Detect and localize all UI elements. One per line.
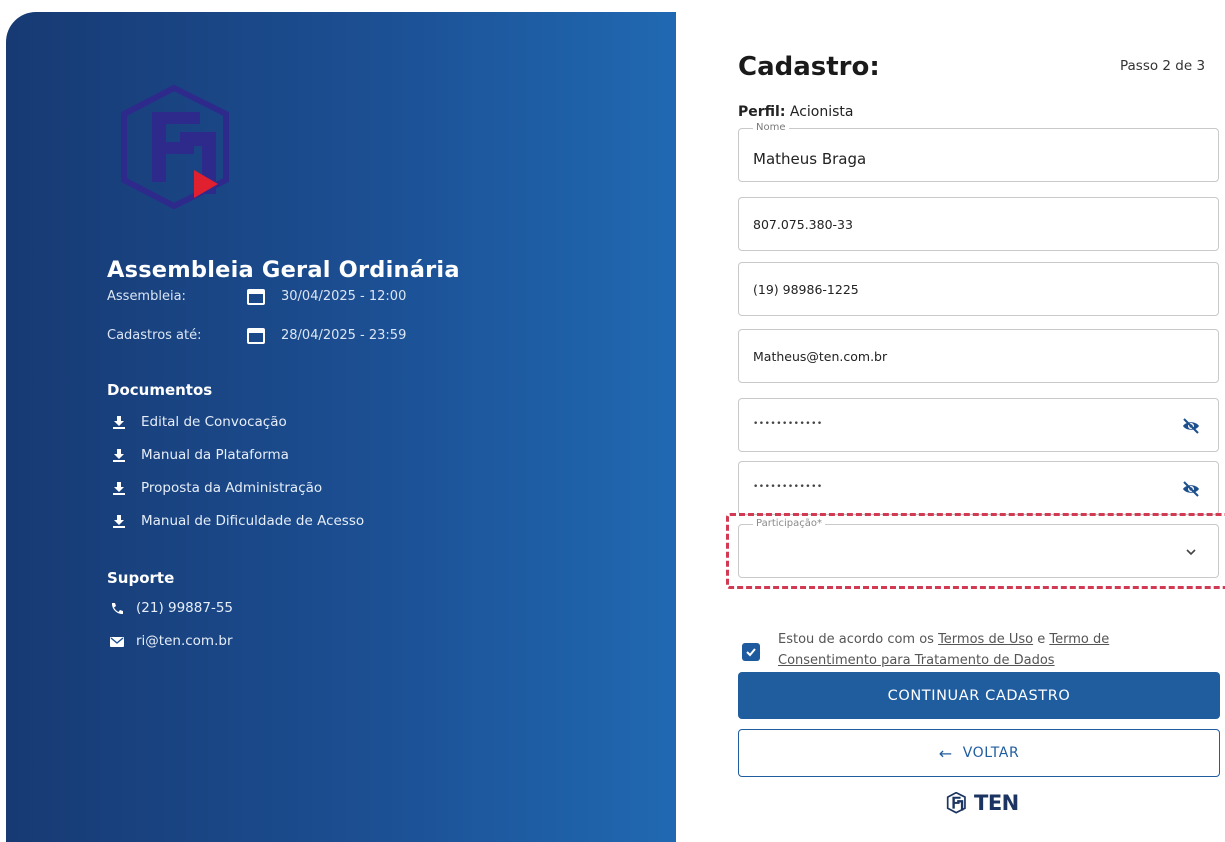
continue-button[interactable]: CONTINUAR CADASTRO	[738, 672, 1220, 719]
registration-date-label: Cadastros até:	[107, 327, 202, 343]
document-label: Manual da Plataforma	[141, 447, 289, 463]
continue-button-label: CONTINUAR CADASTRO	[887, 687, 1071, 704]
password-confirm-field[interactable]: ••••••••••••	[738, 461, 1219, 515]
password-field[interactable]: ••••••••••••	[738, 398, 1219, 452]
document-label: Proposta da Administração	[141, 480, 323, 496]
step-indicator: Passo 2 de 3	[1120, 58, 1206, 74]
terms-text: Estou de acordo com os Termos de Uso e T…	[778, 629, 1198, 671]
footer-brand-name: TEN	[974, 791, 1019, 815]
registration-date-value: 28/04/2025 - 23:59	[281, 327, 407, 343]
check-icon	[746, 648, 756, 657]
document-link[interactable]: Edital de Convocação	[113, 414, 287, 430]
ten-logo-icon	[946, 792, 966, 814]
password-confirm-field-value: ••••••••••••	[753, 482, 823, 492]
form-title: Cadastro:	[738, 52, 880, 82]
document-link[interactable]: Manual de Dificuldade de Acesso	[113, 513, 364, 529]
assembly-date-value: 30/04/2025 - 12:00	[281, 288, 407, 304]
download-icon	[113, 481, 125, 495]
ten-logo-icon	[121, 84, 229, 210]
terms-checkbox[interactable]	[742, 643, 760, 661]
calendar-icon	[247, 288, 265, 305]
download-icon	[113, 448, 125, 462]
assembly-date-row: Assembleia: 30/04/2025 - 12:00	[107, 285, 406, 307]
support-phone[interactable]: (21) 99887-55	[110, 600, 233, 616]
name-field-label: Nome	[753, 122, 789, 134]
registration-date-row: Cadastros até: 28/04/2025 - 23:59	[107, 324, 406, 346]
terms-prefix: Estou de acordo com os	[778, 632, 939, 647]
phone-icon	[111, 602, 123, 614]
calendar-icon	[247, 327, 265, 344]
assembly-date-label: Assembleia:	[107, 288, 186, 304]
terms-mid: e	[1033, 632, 1050, 647]
name-field[interactable]: Nome Matheus Braga	[738, 122, 1219, 182]
terms-of-use-link[interactable]: Termos de Uso	[938, 632, 1033, 647]
mail-icon	[110, 636, 124, 647]
profile-line: Perfil: Acionista	[738, 104, 854, 120]
document-link[interactable]: Manual da Plataforma	[113, 447, 289, 463]
back-button-label: VOLTAR	[962, 745, 1020, 761]
password-field-value: ••••••••••••	[753, 419, 823, 429]
event-title: Assembleia Geral Ordinária	[107, 257, 460, 283]
email-field-value: Matheus@ten.com.br	[753, 349, 888, 364]
footer-logo: TEN	[946, 791, 1019, 815]
visibility-off-icon[interactable]	[1182, 480, 1200, 498]
cpf-field[interactable]: 807.075.380-33	[738, 197, 1219, 251]
phone-field-value: (19) 98986-1225	[753, 282, 859, 297]
support-email[interactable]: ri@ten.com.br	[110, 633, 233, 649]
phone-field[interactable]: (19) 98986-1225	[738, 262, 1219, 316]
document-label: Edital de Convocação	[141, 414, 287, 430]
document-link[interactable]: Proposta da Administração	[113, 480, 322, 496]
documents-title: Documentos	[107, 381, 213, 399]
support-phone-value: (21) 99887-55	[136, 600, 233, 616]
profile-value: Acionista	[789, 104, 854, 120]
support-title: Suporte	[107, 569, 175, 587]
document-label: Manual de Dificuldade de Acesso	[141, 513, 365, 529]
event-info-panel: Assembleia Geral Ordinária Assembleia: 3…	[6, 12, 676, 842]
participation-highlight	[726, 513, 1225, 589]
cpf-field-value: 807.075.380-33	[753, 217, 853, 232]
support-email-value: ri@ten.com.br	[136, 633, 233, 649]
back-button[interactable]: ← VOLTAR	[738, 729, 1220, 777]
visibility-off-icon[interactable]	[1182, 417, 1200, 435]
name-field-value: Matheus Braga	[753, 150, 867, 168]
email-field[interactable]: Matheus@ten.com.br	[738, 329, 1219, 383]
arrow-left-icon: ←	[938, 743, 953, 763]
download-icon	[113, 415, 125, 429]
profile-label: Perfil:	[738, 104, 786, 120]
download-icon	[113, 514, 125, 528]
